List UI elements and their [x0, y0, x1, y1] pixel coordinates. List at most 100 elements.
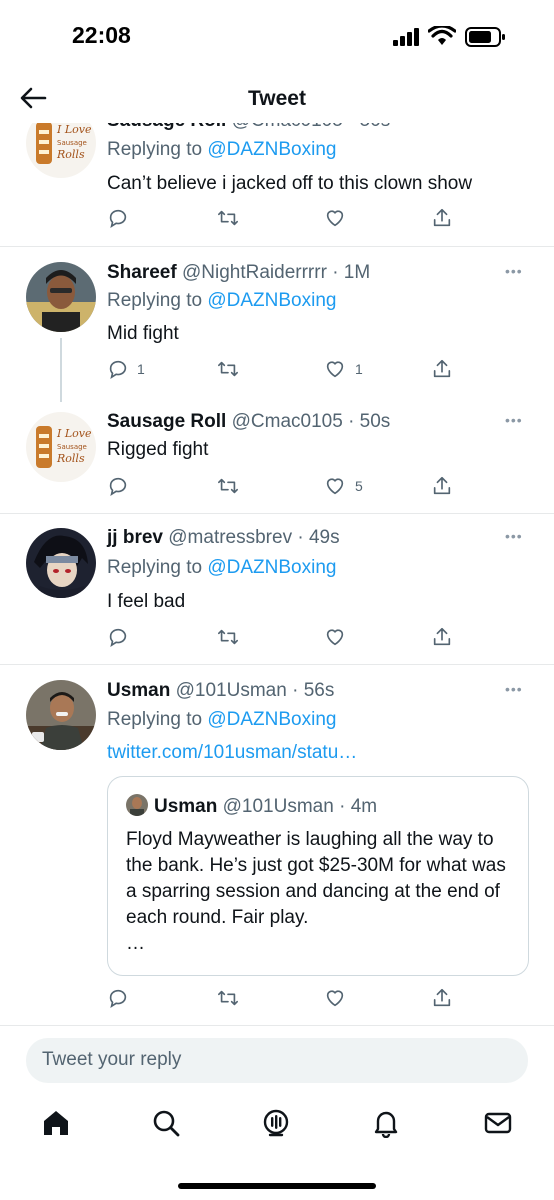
avatar[interactable]: I Love Sausage Rolls — [26, 122, 96, 178]
replying-to: Replying to @DAZNBoxing — [107, 290, 337, 311]
more-options-icon[interactable]: ••• — [505, 528, 523, 544]
quoted-author[interactable]: Usman @101Usman · 4m — [126, 794, 377, 818]
retweet-button[interactable] — [216, 624, 240, 650]
tweet[interactable]: I Love Sausage Rolls Sausage Roll @Cmac0… — [0, 122, 554, 246]
svg-text:Sausage: Sausage — [57, 139, 87, 147]
mention-link[interactable]: @DAZNBoxing — [207, 557, 336, 578]
retweet-button[interactable] — [216, 985, 240, 1011]
like-button[interactable] — [323, 205, 347, 231]
signal-icon — [393, 28, 419, 46]
quoted-tweet[interactable]: Usman @101Usman · 4m Floyd Mayweather is… — [107, 776, 529, 976]
battery-icon — [465, 27, 505, 47]
tweet-author[interactable]: Usman @101Usman · 56s — [107, 680, 334, 702]
retweet-button[interactable] — [216, 205, 240, 231]
replying-to: Replying to @DAZNBoxing — [107, 139, 337, 160]
tweet-link[interactable]: twitter.com/101usman/statu… — [107, 742, 357, 764]
share-icon — [433, 627, 451, 646]
tweet-actions: 1 1 — [0, 356, 554, 382]
share-button[interactable] — [431, 205, 453, 231]
tweet-text: Can’t believe i jacked off to this clown… — [107, 173, 473, 194]
mention-link[interactable]: @DAZNBoxing — [207, 139, 336, 160]
share-icon — [433, 208, 451, 227]
like-icon — [326, 361, 344, 378]
like-button[interactable] — [323, 985, 347, 1011]
tweet-author[interactable]: Sausage Roll @Cmac0105 · 50s — [107, 122, 390, 132]
retweet-button[interactable] — [216, 473, 240, 499]
like-count: 1 — [355, 361, 363, 377]
top-nav: Tweet — [0, 75, 554, 123]
like-icon — [326, 990, 344, 1007]
search-icon[interactable] — [151, 1108, 181, 1138]
like-icon — [326, 629, 344, 646]
mention-link[interactable]: @DAZNBoxing — [207, 290, 336, 311]
tweet[interactable]: I Love Sausage Rolls Sausage Roll @Cmac0… — [0, 392, 554, 514]
tweet-actions — [0, 624, 554, 650]
tweet-author[interactable]: jj brev @matressbrev · 49s — [107, 527, 340, 549]
share-icon — [433, 988, 451, 1007]
divider — [0, 1025, 554, 1026]
reply-button[interactable] — [107, 985, 129, 1011]
share-icon — [433, 476, 451, 495]
tweet-author[interactable]: Shareef @NightRaiderrrrr · 1M — [107, 262, 370, 284]
share-button[interactable] — [431, 624, 453, 650]
like-button[interactable] — [323, 624, 347, 650]
home-indicator[interactable] — [178, 1183, 376, 1189]
more-options-icon[interactable]: ••• — [505, 412, 523, 428]
share-icon — [433, 359, 451, 378]
status-bar: 22:08 — [0, 0, 554, 70]
reply-icon — [109, 628, 127, 648]
tweet-text: Rigged fight — [107, 439, 209, 460]
share-button[interactable] — [431, 473, 453, 499]
replying-to: Replying to @DAZNBoxing — [107, 709, 337, 730]
like-button[interactable]: 1 — [323, 356, 363, 382]
avatar[interactable] — [26, 528, 96, 598]
share-button[interactable] — [431, 356, 453, 382]
reply-placeholder: Tweet your reply — [42, 1049, 182, 1070]
reply-button[interactable]: 1 — [107, 356, 145, 382]
reply-count: 1 — [137, 361, 145, 377]
tweet-actions: 5 — [0, 473, 554, 499]
svg-text:I Love: I Love — [56, 427, 92, 440]
more-options-icon[interactable]: ••• — [505, 681, 523, 697]
sausage-roll-logo: I Love Sausage Rolls — [26, 122, 96, 178]
share-button[interactable] — [431, 985, 453, 1011]
reply-input[interactable]: Tweet your reply — [26, 1038, 528, 1083]
mention-link[interactable]: @DAZNBoxing — [207, 709, 336, 730]
avatar[interactable] — [26, 262, 96, 332]
tweet-author[interactable]: Sausage Roll @Cmac0105 · 50s — [107, 411, 390, 433]
reply-icon — [109, 477, 127, 497]
tweet[interactable]: Usman @101Usman · 56s ••• Replying to @D… — [0, 665, 554, 1027]
quoted-avatar — [126, 794, 148, 816]
retweet-icon — [218, 210, 238, 226]
status-time: 22:08 — [72, 22, 131, 48]
bottom-tab-bar — [0, 1098, 554, 1148]
tweet-actions — [0, 985, 554, 1011]
more-options-icon[interactable]: ••• — [505, 263, 523, 279]
reply-button[interactable] — [107, 624, 129, 650]
reply-button[interactable] — [107, 205, 129, 231]
tweet[interactable]: Shareef @NightRaiderrrrr · 1M ••• Replyi… — [0, 246, 554, 386]
spaces-icon[interactable] — [261, 1108, 291, 1138]
tweet-text: I feel bad — [107, 591, 186, 612]
svg-text:Rolls: Rolls — [56, 148, 85, 161]
svg-text:Sausage: Sausage — [57, 443, 87, 451]
notifications-icon[interactable] — [371, 1108, 401, 1138]
replying-to: Replying to @DAZNBoxing — [107, 557, 337, 578]
tweet-text: Mid fight — [107, 323, 179, 344]
wifi-icon — [428, 26, 456, 45]
messages-icon[interactable] — [483, 1108, 513, 1138]
reply-button[interactable] — [107, 473, 129, 499]
retweet-button[interactable] — [216, 356, 240, 382]
like-button[interactable]: 5 — [323, 473, 363, 499]
like-icon — [326, 478, 344, 495]
retweet-icon — [218, 478, 238, 494]
tweet[interactable]: jj brev @matressbrev · 49s ••• Replying … — [0, 514, 554, 664]
avatar[interactable] — [26, 680, 96, 750]
retweet-icon — [218, 629, 238, 645]
reply-icon — [109, 360, 127, 380]
avatar-photo — [26, 262, 96, 332]
avatar-photo — [26, 680, 96, 750]
home-icon[interactable] — [41, 1108, 71, 1138]
svg-text:I Love: I Love — [56, 123, 92, 136]
avatar[interactable]: I Love Sausage Rolls — [26, 412, 96, 482]
